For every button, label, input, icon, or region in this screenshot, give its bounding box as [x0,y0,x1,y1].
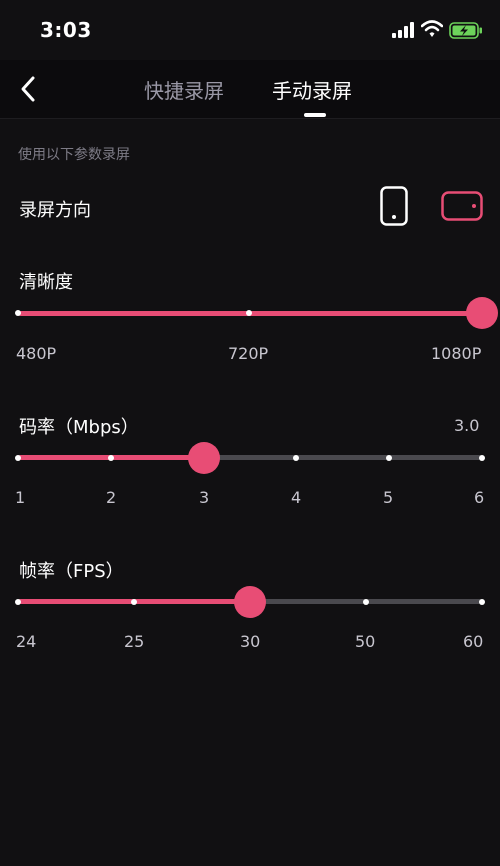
framerate-tick-label: 30 [240,632,261,651]
bitrate-tick-label: 5 [383,488,394,507]
wifi-icon [421,20,443,37]
bitrate-tick-label: 3 [199,488,210,507]
battery-charging-icon [449,22,482,39]
bitrate-value: 3.0 [454,416,480,435]
framerate-slider-thumb[interactable] [234,586,266,618]
framerate-tick-dot [15,599,21,605]
resolution-tick-dot [15,310,21,316]
framerate-tick-dot [131,599,137,605]
bitrate-tick-label: 2 [106,488,117,507]
framerate-label: 帧率（FPS） [19,561,124,582]
back-arrow-icon[interactable] [16,74,40,104]
resolution-tick-label: 480P [16,344,57,363]
bitrate-label: 码率（Mbps） [19,417,139,438]
bitrate-tick-label: 1 [15,488,26,507]
resolution-tick-label: 1080P [431,344,482,363]
portrait-orientation-icon[interactable] [380,186,408,226]
status-time: 3:03 [40,18,92,42]
orientation-label: 录屏方向 [19,200,91,221]
framerate-tick-label: 60 [463,632,484,651]
framerate-tick-dot [479,599,485,605]
active-tab-indicator [304,113,326,117]
framerate-tick-label: 24 [16,632,37,651]
resolution-tick-label: 720P [228,344,269,363]
tab-quick-record[interactable]: 快捷录屏 [144,75,224,104]
top-navigation-bar [0,60,500,119]
bitrate-tick-label: 6 [474,488,485,507]
bitrate-tick-dot [479,455,485,461]
tab-manual-record[interactable]: 手动录屏 [272,75,352,104]
bitrate-tick-dot [108,455,114,461]
framerate-tick-dot [363,599,369,605]
landscape-orientation-icon[interactable] [441,191,483,221]
resolution-tick-dot [246,310,252,316]
bitrate-tick-label: 4 [291,488,302,507]
framerate-tick-label: 50 [355,632,376,651]
framerate-tick-label: 25 [124,632,145,651]
resolution-label: 清晰度 [19,272,73,293]
resolution-slider-thumb[interactable] [466,297,498,329]
settings-hint: 使用以下参数录屏 [18,147,130,163]
bitrate-tick-dot [15,455,21,461]
bitrate-tick-dot [386,455,392,461]
bitrate-tick-dot [293,455,299,461]
cellular-signal-icon [392,22,414,38]
bitrate-slider-thumb[interactable] [188,442,220,474]
